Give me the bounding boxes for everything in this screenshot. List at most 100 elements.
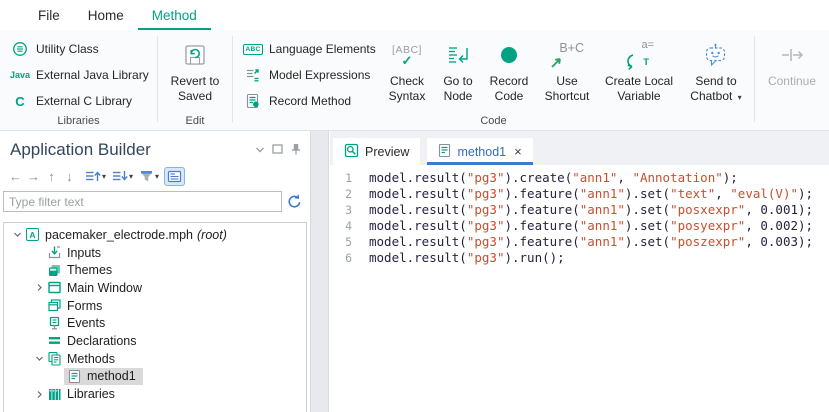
- tree-row-libraries[interactable]: Libraries: [4, 385, 306, 403]
- model-expressions-label: Model Expressions: [269, 68, 370, 82]
- tree-item-label: Methods: [67, 352, 115, 366]
- filter-input[interactable]: [3, 191, 282, 212]
- back-arrow-icon[interactable]: ←: [7, 166, 24, 186]
- tree-row-method1[interactable]: method1: [4, 368, 306, 386]
- chevron-collapsed-icon[interactable]: [32, 390, 46, 399]
- ribbon-group-continue: Continue: [755, 30, 829, 130]
- method-doc-icon: [438, 143, 451, 161]
- tree-item-label: Declarations: [67, 334, 136, 348]
- revert-to-saved-icon: [182, 39, 208, 71]
- tree-row-root[interactable]: A pacemaker_electrode.mph (root): [4, 226, 306, 244]
- tree-row-events[interactable]: Events: [4, 314, 306, 332]
- forward-arrow-icon[interactable]: →: [25, 166, 42, 186]
- code-line: 6model.result("pg3").run();: [330, 250, 829, 266]
- c-icon: C: [11, 94, 29, 109]
- create-local-variable-button[interactable]: a= T Create Local Variable: [599, 34, 679, 103]
- editor-tab-strip: Preview method1 ×: [330, 131, 829, 165]
- record-method-button[interactable]: Record Method: [237, 88, 377, 114]
- code-line: 4model.result("pg3").feature("ann1").set…: [330, 218, 829, 234]
- ribbon: Utility Class Java External Java Library…: [0, 30, 829, 131]
- use-shortcut-button[interactable]: B+C Use Shortcut: [539, 34, 595, 103]
- application-root-icon: A: [24, 228, 41, 241]
- revert-to-saved-button[interactable]: Revert to Saved: [162, 34, 228, 103]
- main-window-icon: [46, 280, 63, 295]
- tab-home[interactable]: Home: [74, 0, 138, 30]
- panel-title: Application Builder: [10, 140, 255, 160]
- create-local-variable-icon: a= T: [621, 39, 657, 71]
- tree-root-label: pacemaker_electrode.mph: [45, 228, 193, 242]
- model-expressions-icon: [244, 67, 262, 83]
- preview-icon: [344, 143, 359, 161]
- show-all-toggle-button[interactable]: [164, 167, 185, 186]
- line-number: 2: [330, 186, 352, 202]
- tab-method[interactable]: Method: [138, 0, 211, 30]
- line-number: 6: [330, 250, 352, 266]
- code-editor[interactable]: 1model.result("pg3").create("ann1", "Ann…: [330, 165, 829, 412]
- chevron-expanded-icon[interactable]: [10, 230, 24, 239]
- inputs-icon: [46, 245, 63, 260]
- tree-row-methods[interactable]: Methods: [4, 350, 306, 368]
- chevron-expanded-icon[interactable]: [32, 354, 46, 363]
- chevron-down-icon: ▾: [102, 172, 106, 181]
- code-line: 1model.result("pg3").create("ann1", "Ann…: [330, 170, 829, 186]
- utility-class-button[interactable]: Utility Class: [4, 36, 156, 62]
- tab-file[interactable]: File: [24, 0, 74, 30]
- utility-class-label: Utility Class: [36, 42, 99, 56]
- tree-toolbar: ← → ↑ ↓ ▾ ▾ ▾: [7, 164, 310, 188]
- send-to-chatbot-button[interactable]: Send to Chatbot ▾: [683, 34, 749, 105]
- record-code-icon: [499, 39, 519, 71]
- tree-root-suffix: (root): [197, 228, 227, 242]
- check-syntax-button[interactable]: [ABC] ✓ Check Syntax: [381, 34, 433, 103]
- code-line: 2model.result("pg3").feature("ann1").set…: [330, 186, 829, 202]
- record-code-label: Record Code: [483, 74, 535, 103]
- check-syntax-label: Check Syntax: [381, 74, 433, 103]
- goto-node-button[interactable]: Go to Node: [435, 34, 481, 103]
- tree-row-forms[interactable]: Forms: [4, 297, 306, 315]
- close-icon[interactable]: ×: [514, 144, 522, 159]
- goto-node-label: Go to Node: [435, 74, 481, 103]
- panel-pin-icon[interactable]: [290, 143, 302, 158]
- record-code-button[interactable]: Record Code: [483, 34, 535, 103]
- chevron-down-icon: ▾: [129, 172, 133, 181]
- expand-list-button[interactable]: ▾: [84, 166, 106, 186]
- tree-row-declarations[interactable]: Declarations: [4, 332, 306, 350]
- language-elements-button[interactable]: ABC Language Elements: [237, 36, 377, 62]
- continue-button[interactable]: Continue: [760, 34, 824, 89]
- tree-item-label: Inputs: [67, 246, 101, 260]
- move-down-icon[interactable]: ↓: [61, 166, 78, 186]
- tree-item-label: method1: [87, 369, 136, 383]
- panel-menu-chevron-icon[interactable]: [255, 143, 265, 157]
- libraries-icon: [46, 387, 63, 402]
- external-java-library-button[interactable]: Java External Java Library: [4, 62, 156, 88]
- application-builder-panel: Application Builder ← → ↑ ↓ ▾ ▾ ▾: [0, 131, 310, 412]
- chevron-down-icon: ▾: [155, 172, 159, 181]
- java-icon: Java: [11, 70, 29, 80]
- code-line: 5model.result("pg3").feature("ann1").set…: [330, 234, 829, 250]
- panel-maximize-icon[interactable]: [272, 143, 283, 157]
- panel-splitter[interactable]: [310, 131, 329, 412]
- move-up-icon[interactable]: ↑: [43, 166, 60, 186]
- refresh-icon[interactable]: [282, 194, 306, 209]
- send-to-chatbot-label: Send to Chatbot ▾: [683, 74, 749, 105]
- tree-row-main-window[interactable]: Main Window: [4, 279, 306, 297]
- group-label-code: Code: [233, 115, 754, 127]
- chevron-collapsed-icon[interactable]: [32, 283, 46, 292]
- model-expressions-button[interactable]: Model Expressions: [237, 62, 377, 88]
- check-syntax-icon: [ABC] ✓: [392, 39, 422, 71]
- tab-method1[interactable]: method1 ×: [427, 138, 532, 165]
- collapse-list-button[interactable]: ▾: [111, 166, 133, 186]
- tab-preview[interactable]: Preview: [333, 138, 420, 165]
- tree-row-inputs[interactable]: Inputs: [4, 244, 306, 262]
- record-method-label: Record Method: [269, 94, 351, 108]
- filter-button[interactable]: ▾: [139, 166, 159, 186]
- code-line: 3model.result("pg3").feature("ann1").set…: [330, 202, 829, 218]
- utility-class-icon: [11, 41, 29, 57]
- ribbon-group-code: ABC Language Elements Model Expressions …: [233, 30, 754, 130]
- tab-method1-label: method1: [457, 145, 506, 159]
- continue-label: Continue: [768, 74, 816, 89]
- tree-row-themes[interactable]: Themes: [4, 261, 306, 279]
- tree-item-label: Forms: [67, 299, 102, 313]
- external-c-library-button[interactable]: C External C Library: [4, 88, 156, 114]
- tree-item-label: Libraries: [67, 387, 115, 401]
- chatbot-icon: [703, 39, 729, 71]
